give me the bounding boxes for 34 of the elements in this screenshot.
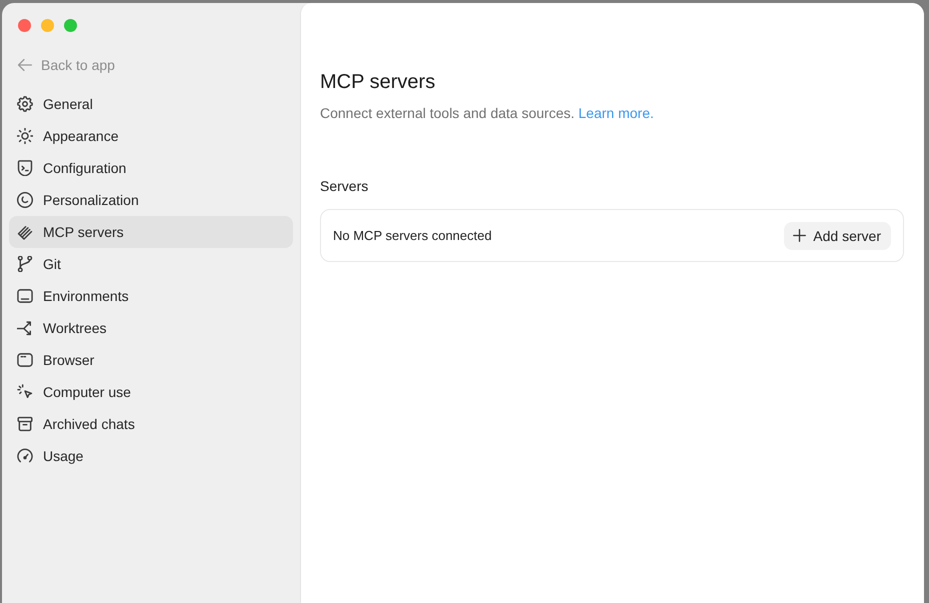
add-server-button[interactable]: Add server xyxy=(784,222,891,250)
screen-icon xyxy=(17,288,33,304)
browser-window-icon xyxy=(17,352,33,368)
swirl-circle-icon xyxy=(17,192,33,208)
plus-icon xyxy=(793,229,806,242)
terminal-badge-icon xyxy=(17,160,33,176)
gear-icon xyxy=(17,96,33,112)
archive-box-icon xyxy=(17,416,33,432)
nav-item[interactable]: Personalization xyxy=(9,184,293,216)
nav-item[interactable]: Usage xyxy=(9,440,293,472)
striped-ribbon-icon xyxy=(17,224,33,240)
sun-icon xyxy=(17,128,33,144)
arrow-left-icon xyxy=(18,58,32,72)
section-heading: Servers xyxy=(320,177,368,196)
nav-item[interactable]: Archived chats xyxy=(9,408,293,440)
nav-item[interactable]: General xyxy=(9,88,293,120)
close-window-icon[interactable] xyxy=(18,19,31,32)
zoom-window-icon[interactable] xyxy=(64,19,77,32)
minimize-window-icon[interactable] xyxy=(41,19,54,32)
empty-message: No MCP servers connected xyxy=(333,228,492,243)
nav-item[interactable]: Browser xyxy=(9,344,293,376)
nav-item[interactable]: Worktrees xyxy=(9,312,293,344)
nav-item[interactable]: Environments xyxy=(9,280,293,312)
nav-item[interactable]: MCP servers xyxy=(9,216,293,248)
page-title: MCP servers xyxy=(320,70,436,95)
cursor-sparkle-icon xyxy=(17,384,33,400)
page-description: Connect external tools and data sources. Learn more. xyxy=(320,104,654,123)
split-arrows-icon xyxy=(17,320,33,336)
nav-item[interactable]: Appearance xyxy=(9,120,293,152)
nav-item[interactable]: Git xyxy=(9,248,293,280)
nav-item[interactable]: Configuration xyxy=(9,152,293,184)
branch-icon xyxy=(17,256,33,272)
gauge-icon xyxy=(17,448,33,464)
nav-item[interactable]: Computer use xyxy=(9,376,293,408)
